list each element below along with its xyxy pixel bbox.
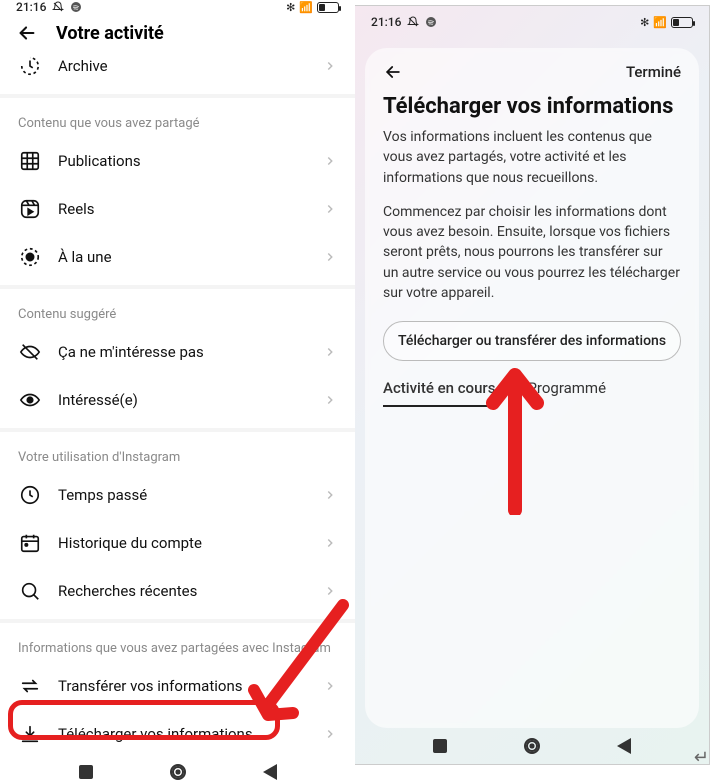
chevron-right-icon bbox=[323, 488, 337, 502]
nav-home-icon[interactable] bbox=[524, 738, 540, 754]
eye-off-icon bbox=[18, 340, 42, 364]
android-nav-bar bbox=[0, 764, 355, 780]
divider bbox=[0, 285, 355, 289]
chevron-right-icon bbox=[323, 536, 337, 550]
battery-icon bbox=[317, 2, 339, 13]
nav-recent-icon[interactable] bbox=[433, 739, 447, 753]
eye-icon bbox=[18, 388, 42, 412]
activity-list: Archive Contenu que vous avez partagé Pu… bbox=[0, 50, 355, 764]
divider bbox=[0, 619, 355, 623]
calendar-icon bbox=[18, 531, 42, 555]
row-label: Archive bbox=[58, 57, 307, 75]
card-para-2: Commencez par choisir les informations d… bbox=[365, 202, 699, 317]
grid-icon bbox=[18, 149, 42, 173]
row-label: Intéressé(e) bbox=[58, 391, 307, 409]
transfer-icon bbox=[18, 674, 42, 698]
row-publications[interactable]: Publications bbox=[0, 137, 355, 185]
row-interested[interactable]: Intéressé(e) bbox=[0, 376, 355, 424]
row-label: Historique du compte bbox=[58, 534, 307, 552]
card-title: Télécharger vos informations bbox=[365, 86, 699, 127]
row-label: Recherches récentes bbox=[58, 582, 307, 600]
row-account-history[interactable]: Historique du compte bbox=[0, 519, 355, 567]
tab-scheduled[interactable]: Programmé bbox=[527, 379, 606, 407]
row-label: Télécharger vos informations bbox=[58, 725, 307, 743]
bell-off-icon bbox=[407, 16, 419, 28]
screen-header: Votre activité bbox=[0, 14, 355, 50]
download-transfer-button[interactable]: Télécharger ou transférer des informatio… bbox=[383, 321, 681, 361]
clock-icon bbox=[18, 483, 42, 507]
download-card: Terminé Télécharger vos informations Vos… bbox=[365, 48, 699, 728]
nav-recent-icon[interactable] bbox=[79, 765, 93, 779]
section-shared: Contenu que vous avez partagé bbox=[0, 102, 355, 137]
divider bbox=[0, 428, 355, 432]
row-not-interested[interactable]: Ça ne m'intéresse pas bbox=[0, 328, 355, 376]
row-highlights[interactable]: À la une bbox=[0, 233, 355, 281]
signal-icon: 📶 bbox=[299, 1, 313, 14]
row-transfer-info[interactable]: Transférer vos informations bbox=[0, 662, 355, 710]
battery-icon bbox=[671, 17, 693, 28]
status-time: 21:16 bbox=[371, 15, 401, 29]
chevron-right-icon bbox=[323, 584, 337, 598]
row-label: À la une bbox=[58, 248, 307, 266]
section-usage: Votre utilisation d'Instagram bbox=[0, 436, 355, 471]
chevron-right-icon bbox=[323, 393, 337, 407]
row-label: Publications bbox=[58, 152, 307, 170]
android-nav-bar bbox=[355, 728, 709, 764]
signal-icon: 📶 bbox=[653, 16, 667, 29]
back-icon[interactable] bbox=[383, 62, 403, 82]
status-bar: 21:16 ✻ 📶 bbox=[355, 6, 709, 38]
row-recent-searches[interactable]: Recherches récentes bbox=[0, 567, 355, 615]
download-icon bbox=[18, 722, 42, 746]
row-time-spent[interactable]: Temps passé bbox=[0, 471, 355, 519]
chevron-right-icon bbox=[323, 727, 337, 741]
phone-left: 21:16 ✻ 📶 Votre activité Archive bbox=[0, 0, 355, 774]
bell-off-icon bbox=[52, 1, 64, 13]
row-archive[interactable]: Archive bbox=[0, 50, 355, 90]
chevron-right-icon bbox=[323, 154, 337, 168]
spotify-icon bbox=[70, 1, 82, 13]
chevron-right-icon bbox=[323, 250, 337, 264]
tab-current[interactable]: Activité en cours bbox=[383, 379, 495, 407]
back-icon[interactable] bbox=[16, 22, 38, 44]
card-para-1: Vos informations incluent les contenus q… bbox=[365, 127, 699, 202]
enter-key-icon: ↵ bbox=[694, 747, 709, 768]
phone-right: 21:16 ✻ 📶 Terminé Télécharger vos inform… bbox=[355, 5, 710, 765]
divider bbox=[0, 94, 355, 98]
section-info-shared: Informations que vous avez partagées ave… bbox=[0, 627, 355, 662]
reels-icon bbox=[18, 197, 42, 221]
search-icon bbox=[18, 579, 42, 603]
status-time: 21:16 bbox=[16, 0, 46, 14]
row-label: Temps passé bbox=[58, 486, 307, 504]
done-button[interactable]: Terminé bbox=[626, 63, 681, 81]
row-label: Transférer vos informations bbox=[58, 677, 307, 695]
status-bar: 21:16 ✻ 📶 bbox=[0, 0, 355, 14]
page-title: Votre activité bbox=[56, 23, 164, 44]
highlight-icon bbox=[18, 245, 42, 269]
nav-back-icon[interactable] bbox=[263, 764, 277, 780]
row-download-info[interactable]: Télécharger vos informations bbox=[0, 710, 355, 758]
nav-back-icon[interactable] bbox=[617, 738, 631, 754]
chevron-right-icon bbox=[323, 679, 337, 693]
row-reels[interactable]: Reels bbox=[0, 185, 355, 233]
nav-home-icon[interactable] bbox=[170, 764, 186, 780]
spotify-icon bbox=[425, 16, 437, 28]
section-suggested: Contenu suggéré bbox=[0, 293, 355, 328]
bluetooth-icon: ✻ bbox=[286, 1, 295, 14]
archive-icon bbox=[18, 54, 42, 78]
chevron-right-icon bbox=[323, 202, 337, 216]
row-label: Ça ne m'intéresse pas bbox=[58, 343, 307, 361]
tabs: Activité en cours Programmé bbox=[365, 379, 699, 407]
bluetooth-icon: ✻ bbox=[640, 16, 649, 29]
chevron-right-icon bbox=[323, 59, 337, 73]
chevron-right-icon bbox=[323, 345, 337, 359]
row-label: Reels bbox=[58, 200, 307, 218]
